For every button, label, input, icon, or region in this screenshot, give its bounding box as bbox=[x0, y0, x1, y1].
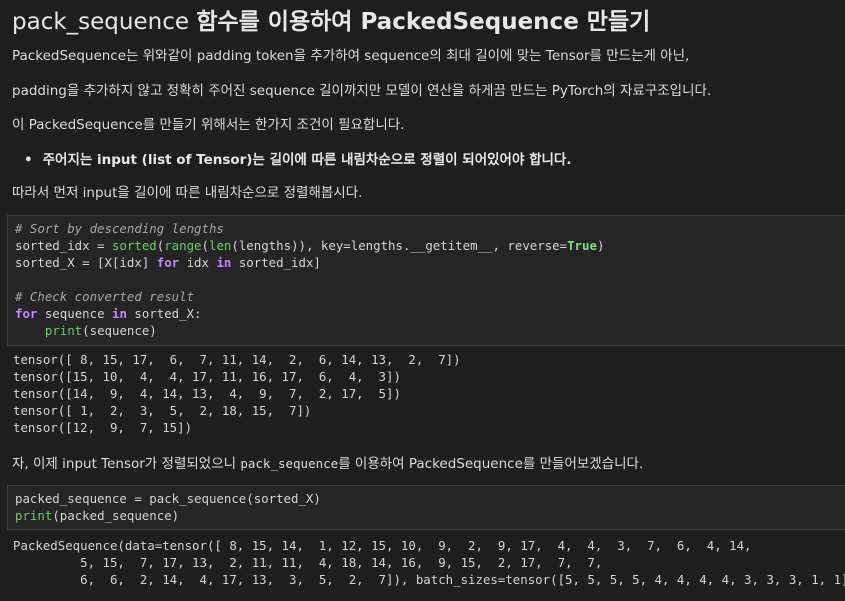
keyword-for: for bbox=[15, 306, 38, 321]
builtin-print: print bbox=[15, 508, 53, 523]
title-text: 함수를 이용하여 PackedSequence 만들기 bbox=[196, 9, 651, 35]
paragraph-3: 이 PackedSequence를 만들기 위해서는 한가지 조건이 필요합니다… bbox=[12, 117, 405, 133]
title-code: pack_sequence bbox=[12, 9, 189, 35]
paragraph-5-text: 를 이용하여 PackedSequence를 만들어보겠습니다. bbox=[338, 456, 644, 472]
code-token: (sequence) bbox=[82, 323, 157, 338]
code-token: sequence bbox=[37, 306, 112, 321]
notebook-page: pack_sequence 함수를 이용하여 PackedSequence 만들… bbox=[0, 0, 845, 601]
code-token: (packed_sequence) bbox=[52, 508, 180, 523]
cell-output-sort: tensor([ 8, 15, 17, 6, 7, 11, 14, 2, 6, … bbox=[13, 351, 461, 436]
builtin-range: range bbox=[164, 238, 202, 253]
code-token: idx bbox=[179, 255, 217, 270]
cell-output-pack: PackedSequence(data=tensor([ 8, 15, 14, … bbox=[13, 537, 845, 588]
section-title: pack_sequence 함수를 이용하여 PackedSequence 만들… bbox=[12, 2, 650, 36]
output-line: tensor([14, 9, 4, 14, 13, 4, 9, 7, 2, 17… bbox=[13, 386, 401, 401]
paragraph-1: PackedSequence는 위와같이 padding token을 추가하여… bbox=[12, 48, 690, 64]
paragraph-2: padding을 추가하지 않고 정확히 주어진 sequence 길이까지만 … bbox=[12, 83, 712, 99]
output-line: 5, 15, 7, 17, 13, 2, 11, 11, 4, 18, 14, … bbox=[13, 555, 603, 570]
code-cell-sort-source[interactable]: # Sort by descending lengths sorted_idx … bbox=[15, 220, 604, 339]
output-line: 6, 6, 2, 14, 4, 17, 13, 3, 5, 2, 7]), ba… bbox=[13, 572, 845, 587]
code-token: sorted_idx = bbox=[15, 238, 112, 253]
builtin-print: print bbox=[44, 323, 83, 338]
code-cell-sort[interactable]: # Sort by descending lengths sorted_idx … bbox=[7, 215, 845, 346]
keyword-for: for bbox=[156, 255, 180, 270]
keyword-in: in bbox=[112, 306, 127, 321]
code-comment: # Sort by descending lengths bbox=[15, 221, 224, 236]
paragraph-5-text: 자, 이제 input Tensor가 정렬되었으니 bbox=[12, 456, 241, 472]
output-line: PackedSequence(data=tensor([ 8, 15, 14, … bbox=[13, 538, 752, 553]
code-token: ) bbox=[596, 238, 605, 253]
output-line: tensor([ 8, 15, 17, 6, 7, 11, 14, 2, 6, … bbox=[13, 352, 461, 367]
code-token: packed_sequence = pack_sequence(sorted_X… bbox=[15, 491, 321, 506]
code-token: ( bbox=[201, 238, 209, 253]
keyword-in: in bbox=[216, 255, 232, 270]
builtin-sorted: sorted bbox=[111, 238, 157, 253]
code-token: sorted_X: bbox=[126, 306, 202, 321]
output-line: tensor([15, 10, 4, 4, 17, 11, 16, 17, 6,… bbox=[13, 369, 401, 384]
code-cell-pack-source[interactable]: packed_sequence = pack_sequence(sorted_X… bbox=[15, 490, 321, 524]
output-line: tensor([12, 9, 7, 15]) bbox=[13, 420, 193, 435]
output-line: tensor([ 1, 2, 3, 5, 2, 18, 15, 7]) bbox=[13, 403, 312, 418]
paragraph-4: 따라서 먼저 input을 길이에 따른 내림차순으로 정렬해봅시다. bbox=[12, 185, 363, 201]
code-comment: # Check converted result bbox=[15, 289, 195, 304]
code-token: sorted_X = [X[idx] bbox=[15, 255, 157, 270]
condition-list: 주어지는 input (list of Tensor)는 길이에 따른 내림차순… bbox=[24, 148, 572, 168]
builtin-len: len bbox=[209, 238, 232, 253]
code-token: sorted_idx] bbox=[231, 255, 321, 270]
inline-code: pack_sequence bbox=[240, 456, 339, 471]
code-cell-pack[interactable]: packed_sequence = pack_sequence(sorted_X… bbox=[7, 485, 845, 530]
code-token: (lengths)), key=lengths.__getitem__, rev… bbox=[231, 238, 568, 253]
condition-item: 주어지는 input (list of Tensor)는 길이에 따른 내림차순… bbox=[24, 148, 572, 168]
keyword-true: True bbox=[567, 238, 597, 253]
paragraph-5: 자, 이제 input Tensor가 정렬되었으니 pack_sequence… bbox=[12, 452, 643, 472]
